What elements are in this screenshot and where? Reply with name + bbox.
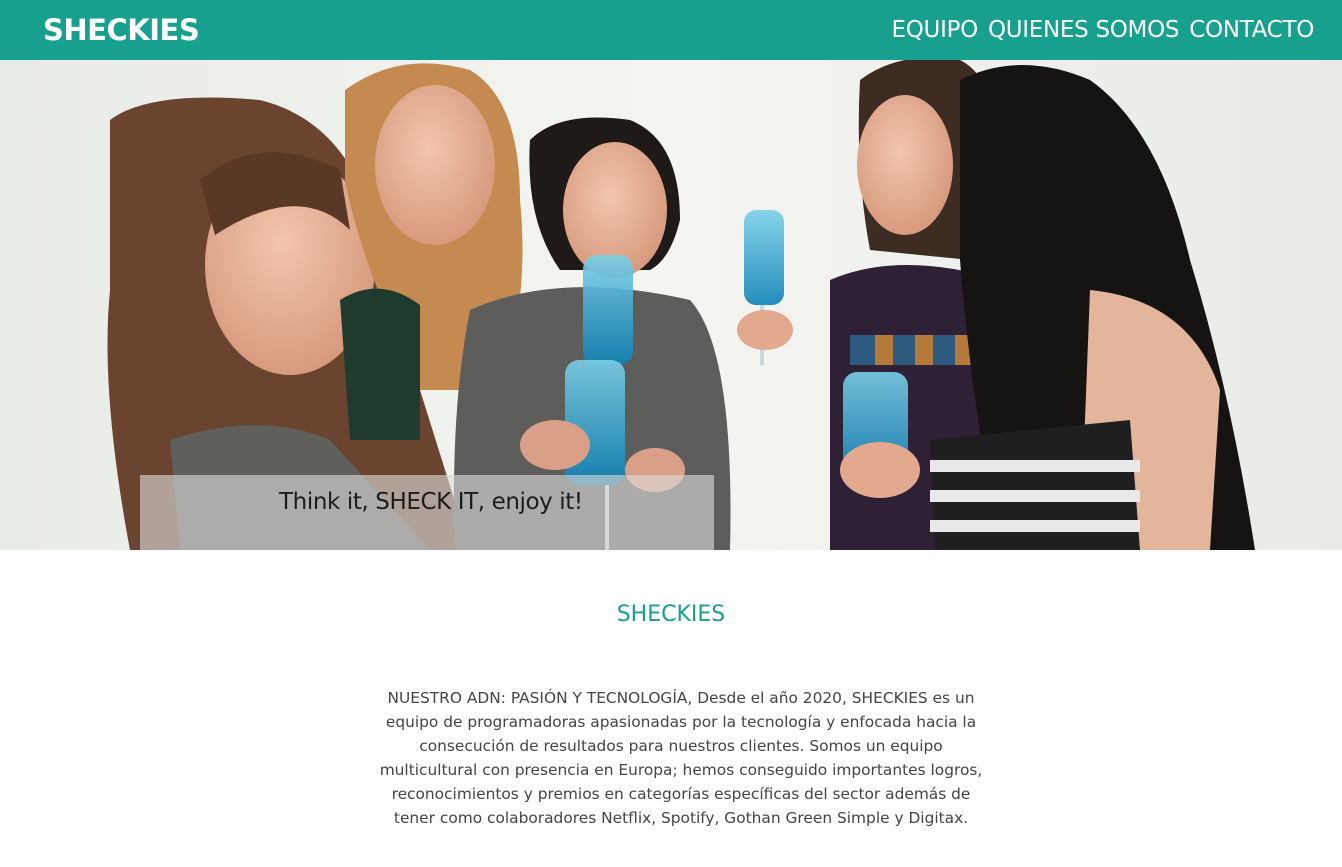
- main-nav: EQUIPO QUIENES SOMOS CONTACTO: [892, 17, 1315, 43]
- nav-link-contacto[interactable]: CONTACTO: [1189, 17, 1314, 43]
- hero-banner: Think it, SHECK IT, enjoy it!: [0, 60, 1342, 550]
- tagline-banner: Think it, SHECK IT, enjoy it!: [140, 475, 714, 550]
- nav-link-equipo[interactable]: EQUIPO: [892, 17, 979, 43]
- top-navbar: SHECKIES EQUIPO QUIENES SOMOS CONTACTO: [0, 0, 1342, 60]
- about-title: SHECKIES: [616, 602, 726, 627]
- brand-logo-link[interactable]: SHECKIES: [43, 13, 200, 47]
- nav-link-quienes-somos[interactable]: QUIENES SOMOS: [988, 17, 1180, 43]
- hero-tagline: Think it, SHECK IT, enjoy it!: [279, 489, 583, 515]
- about-text: NUESTRO ADN: PASIÓN Y TECNOLOGÍA, Desde …: [379, 689, 983, 827]
